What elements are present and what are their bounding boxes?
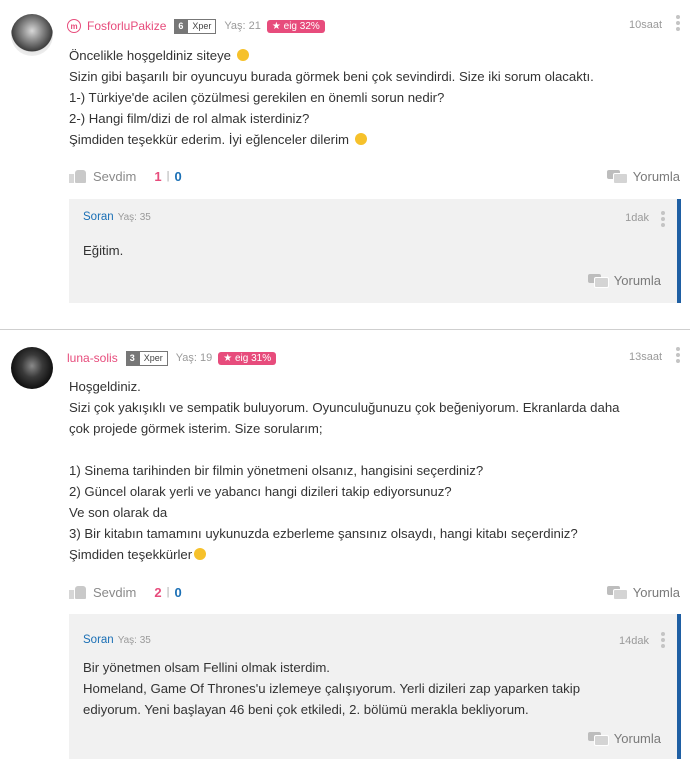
reply-button-label: Yorumla xyxy=(632,584,680,600)
reply-age: Yaş: 35 xyxy=(117,211,151,223)
reply-card: Soran Yaş: 35 14dak Bir yönetmen olsam F… xyxy=(69,614,681,759)
comment-line: 1) Sinema tarihinden bir filmin yönetmen… xyxy=(69,463,484,478)
comment-body: Öncelikle hoşgeldiniz siteye Sizin gibi … xyxy=(69,45,679,150)
reply-time: 14dak xyxy=(619,635,649,647)
reply-button-label: Yorumla xyxy=(613,731,661,746)
comment-header: m FosforluPakize 6 Xper Yaş: 21 ★ eig 32… xyxy=(67,17,325,35)
reply-button-label: Yorumla xyxy=(632,168,680,184)
level-badge: 6 Xper xyxy=(174,18,217,34)
username-link[interactable]: luna-solis xyxy=(67,351,118,365)
reply-age: Yaş: 35 xyxy=(117,634,151,646)
user-age: Yaş: 21 xyxy=(224,20,261,32)
comment-time: 13saat xyxy=(628,351,662,363)
level-label: Xper xyxy=(187,18,217,34)
username-link[interactable]: FosforluPakize xyxy=(87,19,166,33)
comment-body: Hoşgeldiniz. Sizi çok yakışıklı ve sempa… xyxy=(69,376,679,565)
like-button[interactable]: Sevdim xyxy=(93,169,136,184)
like-count[interactable]: 1 xyxy=(154,169,161,184)
dislike-count[interactable]: 0 xyxy=(174,585,181,600)
comment-line: çok projede görmek isterim. Size sorular… xyxy=(69,421,323,436)
comment: m FosforluPakize 6 Xper Yaş: 21 ★ eig 32… xyxy=(0,0,690,329)
comment-line: 1-) Türkiye'de acilen çözülmesi gerekile… xyxy=(69,90,445,105)
reply-author[interactable]: Soran xyxy=(83,634,114,646)
count-separator: | xyxy=(166,170,170,182)
more-icon[interactable] xyxy=(661,211,665,227)
reply-button[interactable]: Yorumla xyxy=(587,731,661,746)
comment-line: Öncelikle hoşgeldiniz siteye xyxy=(69,45,679,66)
comment: luna-solis 3 Xper Yaş: 19 ★ eig 31% 13sa… xyxy=(0,330,690,759)
avatar[interactable] xyxy=(11,347,53,389)
comment-line xyxy=(69,439,679,460)
chat-icon xyxy=(587,274,609,288)
reply-button-label: Yorumla xyxy=(613,273,661,288)
reply-line: ediyorum. Yeni başlayan 46 beni çok etki… xyxy=(83,702,529,717)
chat-icon xyxy=(606,585,628,600)
reply-line: Eğitim. xyxy=(83,243,124,258)
comment-line: Sizin gibi başarılı bir oyuncuyu burada … xyxy=(69,69,594,84)
comment-line: 3) Bir kitabın tamamını uykunuzda ezberl… xyxy=(69,526,578,541)
level-label: Xper xyxy=(138,350,168,366)
smile-emoji-icon xyxy=(194,548,207,560)
reply-button[interactable]: Yorumla xyxy=(606,584,680,600)
reply-line: Bir yönetmen olsam Fellini olmak isterdi… xyxy=(83,660,330,675)
reply-card: Soran Yaş: 35 1dak Eğitim. Yorumla xyxy=(69,199,681,303)
comment-line: Sizi çok yakışıklı ve sempatik buluyorum… xyxy=(69,400,620,415)
smile-emoji-icon xyxy=(354,133,367,145)
chat-icon xyxy=(587,732,609,746)
comment-line: Ve son olarak da xyxy=(69,505,168,520)
comment-line: 2) Güncel olarak yerli ve yabancı hangi … xyxy=(69,484,452,499)
level-number: 6 xyxy=(174,18,188,34)
comment-actions: Sevdim 1 | 0 Yorumla xyxy=(69,166,680,186)
reply-header: Soran Yaş: 35 xyxy=(83,634,151,646)
comment-line: Şimdiden teşekkürler xyxy=(69,544,679,565)
reply-button[interactable]: Yorumla xyxy=(606,168,680,184)
more-icon[interactable] xyxy=(676,15,680,31)
reply-header: Soran Yaş: 35 xyxy=(83,211,151,223)
like-count[interactable]: 2 xyxy=(154,585,161,600)
chat-icon xyxy=(606,169,628,184)
reply-line: Homeland, Game Of Thrones'u izlemeye çal… xyxy=(83,681,581,696)
avatar[interactable] xyxy=(11,14,53,56)
m-badge-icon: m xyxy=(67,19,81,33)
comment-actions: Sevdim 2 | 0 Yorumla xyxy=(69,582,680,602)
level-number: 3 xyxy=(125,350,139,366)
eig-badge: ★ eig 32% xyxy=(266,19,325,33)
reply-time: 1dak xyxy=(625,212,649,224)
like-icon[interactable] xyxy=(69,585,87,599)
like-icon[interactable] xyxy=(69,169,87,183)
reply-body: Bir yönetmen olsam Fellini olmak isterdi… xyxy=(83,657,663,720)
comment-header: luna-solis 3 Xper Yaş: 19 ★ eig 31% xyxy=(67,349,277,367)
more-icon[interactable] xyxy=(661,632,665,648)
comment-line: Hoşgeldiniz. xyxy=(69,379,141,394)
comment-time: 10saat xyxy=(628,19,662,31)
more-icon[interactable] xyxy=(676,347,680,363)
dislike-count[interactable]: 0 xyxy=(174,169,181,184)
level-badge: 3 Xper xyxy=(125,350,168,366)
comment-line: 2-) Hangi film/dizi de rol almak isterdi… xyxy=(69,111,310,126)
comment-line: Şimdiden teşekkür ederim. İyi eğlenceler… xyxy=(69,129,679,150)
smile-emoji-icon xyxy=(236,49,249,61)
reply-button[interactable]: Yorumla xyxy=(587,273,661,288)
count-separator: | xyxy=(166,586,170,598)
reply-body: Eğitim. xyxy=(83,240,663,261)
reply-author[interactable]: Soran xyxy=(83,211,114,223)
user-age: Yaş: 19 xyxy=(175,352,213,364)
eig-badge: ★ eig 31% xyxy=(218,351,277,365)
like-button[interactable]: Sevdim xyxy=(93,585,136,600)
